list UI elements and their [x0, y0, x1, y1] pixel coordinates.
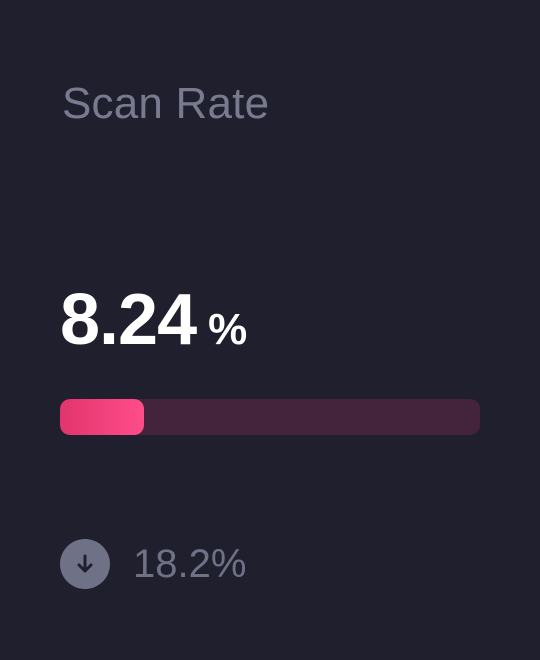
progress-fill	[60, 399, 144, 435]
scan-rate-card: Scan Rate 8.24% 18.2%	[0, 0, 540, 660]
metric-display: 8.24%	[60, 278, 247, 362]
metric-unit: %	[208, 305, 248, 354]
progress-track	[60, 399, 480, 435]
card-title: Scan Rate	[62, 79, 270, 128]
delta-value: 18.2%	[133, 542, 247, 586]
delta-indicator: 18.2%	[60, 539, 246, 589]
arrow-down-icon	[60, 539, 110, 589]
metric-value: 8.24	[60, 280, 197, 360]
